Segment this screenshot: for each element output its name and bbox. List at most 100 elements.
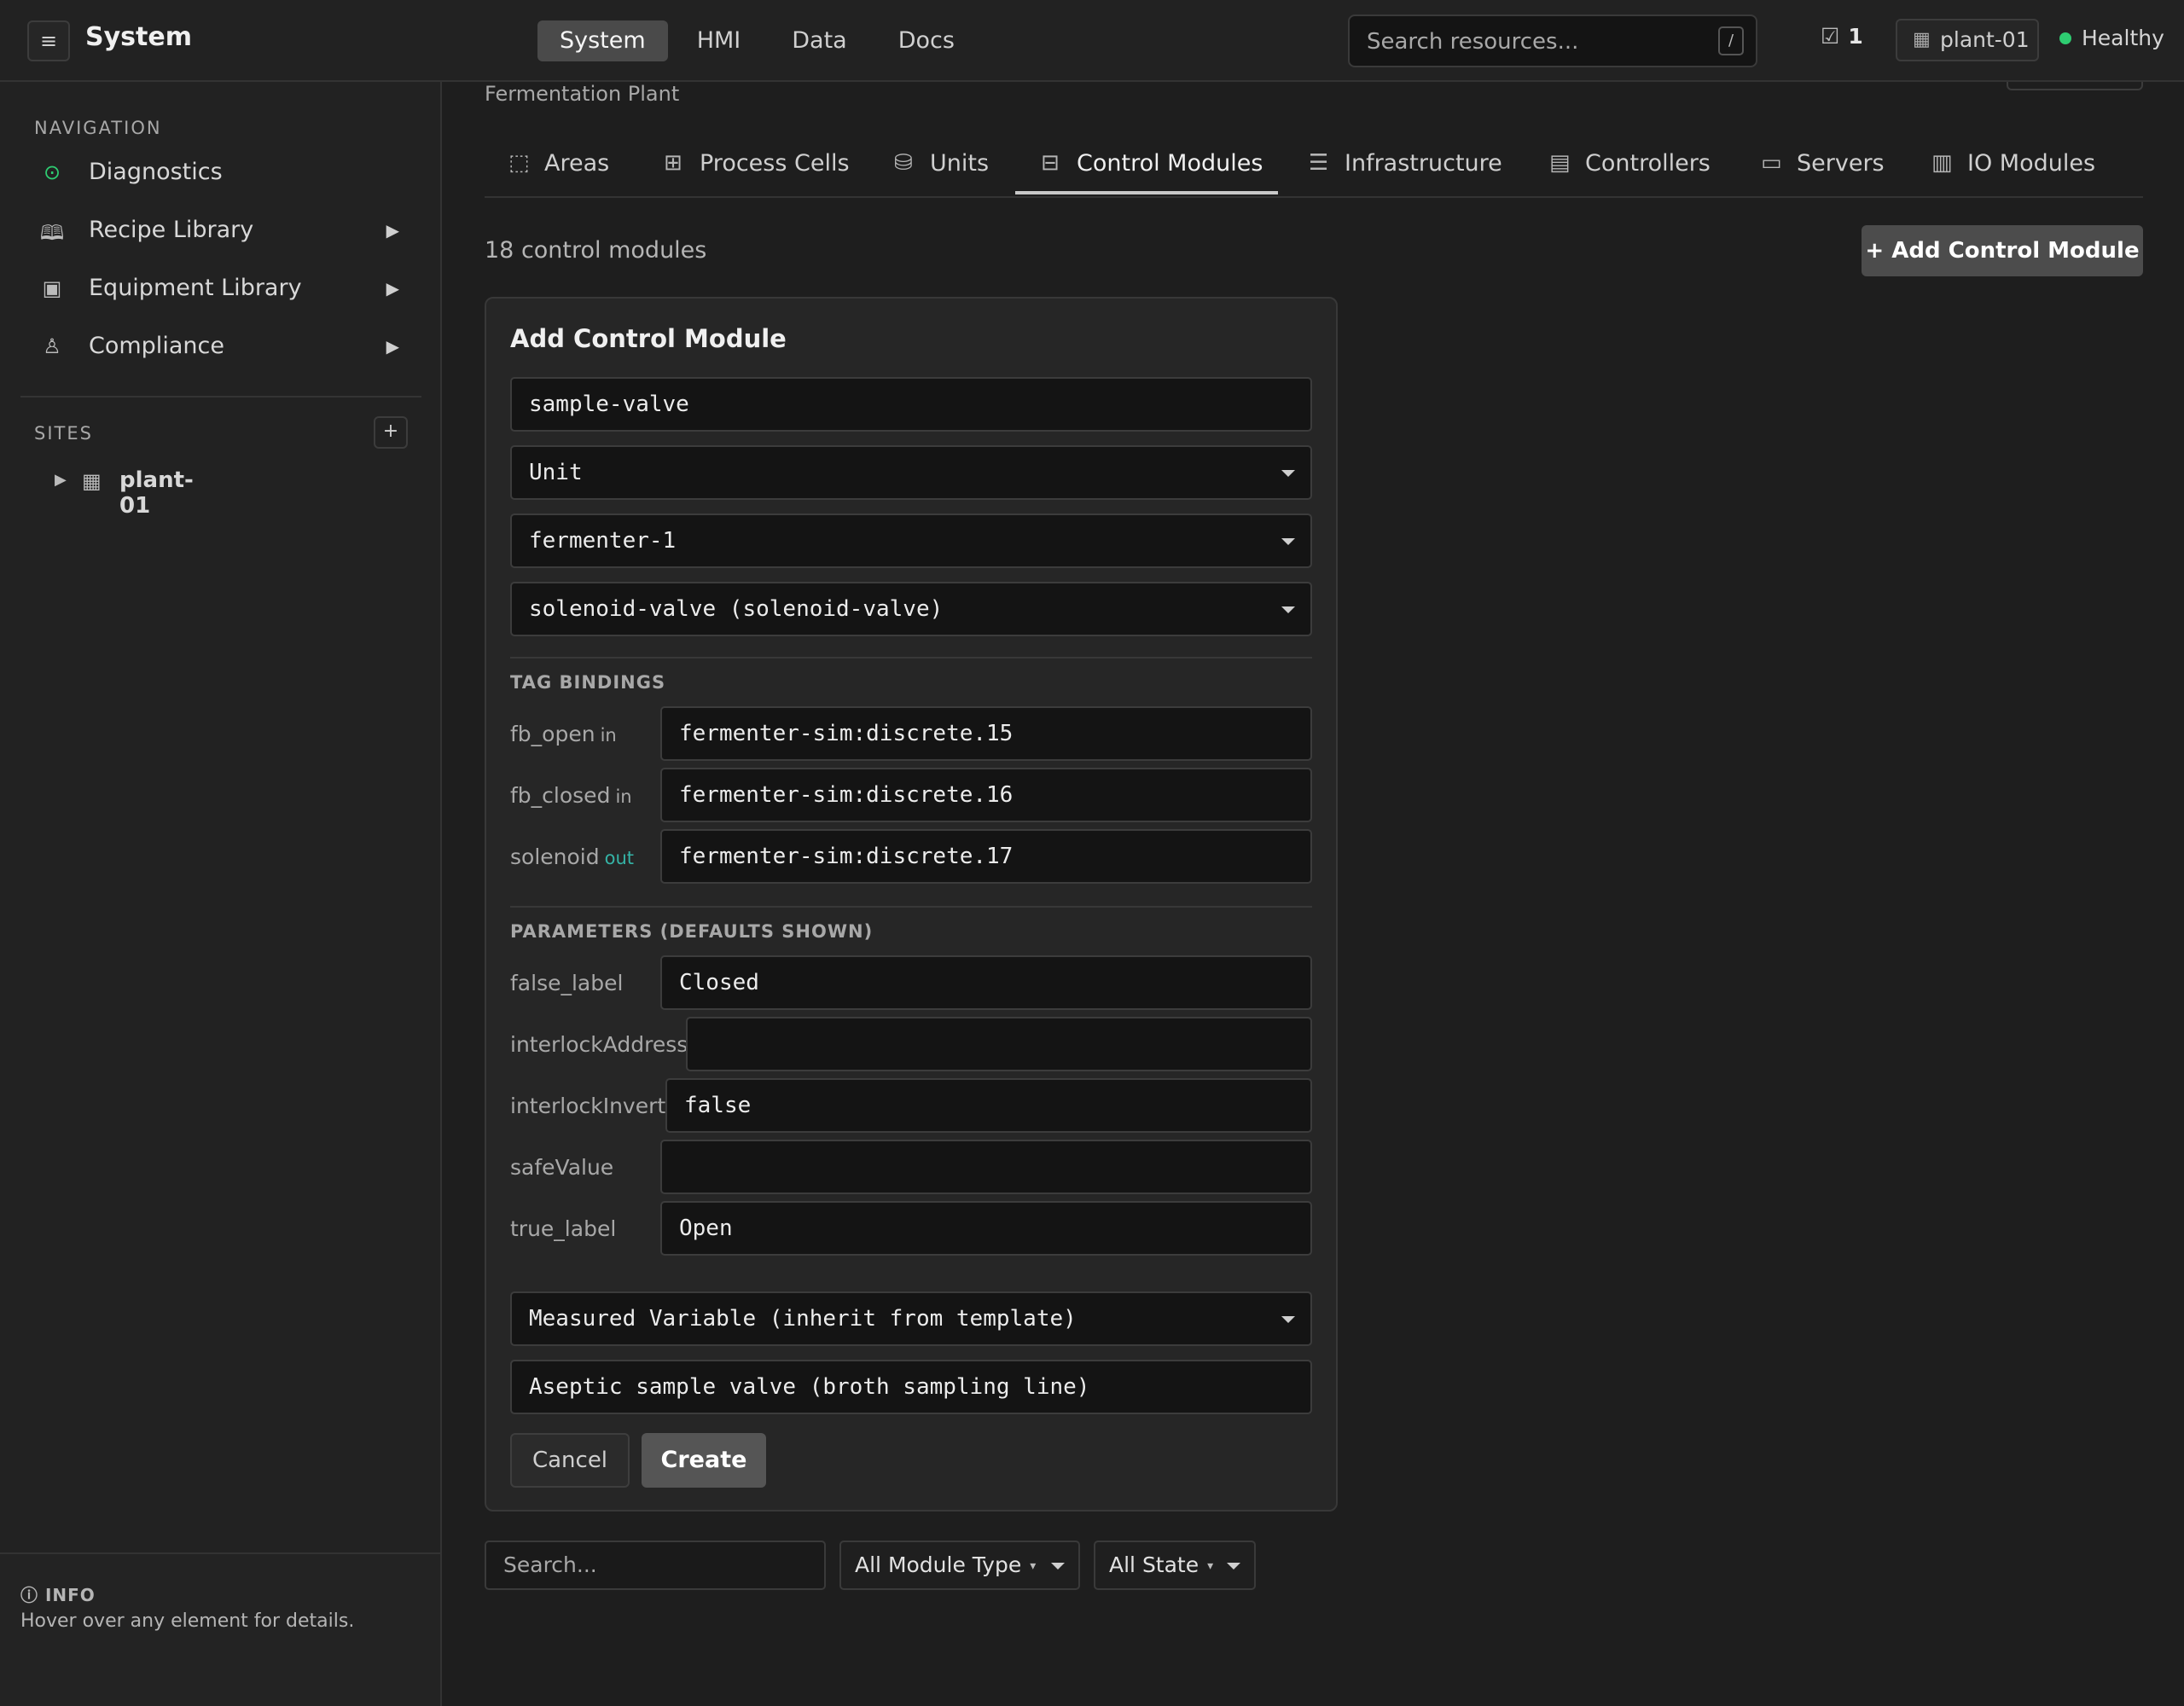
tag-binding-label: solenoid out	[510, 844, 634, 869]
chevron-down-icon	[1281, 606, 1295, 613]
parent-type-value: Unit	[529, 460, 583, 485]
sites-heading: SITES	[34, 423, 93, 444]
info-panel: ⓘ INFO Hover over any element for detail…	[0, 1552, 440, 1706]
book-icon: 🕮	[39, 221, 65, 245]
parent-select[interactable]: fermenter-1	[510, 514, 1312, 568]
tag-binding-name: solenoid	[510, 844, 600, 869]
content-tabs: ⬚ Areas ⊞ Process Cells ⛁ Units ⊟ Contro…	[485, 136, 2143, 198]
state-filter[interactable]: All State ▾	[1094, 1541, 1256, 1590]
measured-variable-select[interactable]: Measured Variable (inherit from template…	[510, 1291, 1312, 1346]
parent-type-select[interactable]: Unit	[510, 445, 1312, 500]
nav-tab-hmi[interactable]: HMI	[675, 20, 764, 61]
building-icon: ▦	[82, 469, 102, 493]
app-title: System	[85, 22, 192, 52]
tag-binding-input[interactable]: fermenter-sim:discrete.17	[660, 829, 1312, 884]
io-module-icon: ▥	[1931, 150, 1953, 176]
top-bar: ≡ System System HMI Data Docs Search res…	[0, 0, 2184, 82]
sidebar-item-diagnostics[interactable]: ⊙ Diagnostics	[34, 154, 410, 196]
controller-icon: ▤	[1549, 150, 1571, 176]
parameter-input[interactable]: false	[665, 1078, 1312, 1133]
nav-tab-data[interactable]: Data	[770, 20, 868, 61]
menu-icon[interactable]: ≡	[27, 20, 70, 61]
info-title: ⓘ INFO	[20, 1581, 96, 1606]
sidebar-item-compliance[interactable]: ♙ Compliance ▶	[34, 328, 410, 370]
tab-label: Controllers	[1585, 150, 1711, 177]
measured-variable-value: Measured Variable (inherit from template…	[529, 1306, 1077, 1332]
health-dot-icon	[2059, 32, 2071, 44]
sidebar-item-label: Compliance	[89, 333, 224, 359]
section-divider	[510, 657, 1312, 659]
parameters-heading: PARAMETERS (DEFAULTS SHOWN)	[510, 921, 874, 942]
equipment-icon: ▣	[42, 276, 62, 300]
navigation-heading: NAVIGATION	[34, 118, 162, 138]
parameter-label: interlockInvert	[510, 1094, 666, 1118]
sort-indicator-icon: ▾	[1030, 1559, 1037, 1573]
module-count: 18 control modules	[485, 237, 707, 264]
parameter-label: safeValue	[510, 1155, 614, 1180]
tag-binding-direction: in	[600, 725, 617, 746]
add-site-button[interactable]: +	[374, 416, 408, 449]
sidebar-item-label: Equipment Library	[89, 275, 302, 301]
award-icon: ♙	[43, 334, 61, 358]
building-icon: ▦	[1913, 29, 1931, 50]
parameter-label: interlockAddress	[510, 1032, 688, 1057]
template-select[interactable]: solenoid-valve (solenoid-valve)	[510, 582, 1312, 636]
sort-indicator-icon: ▾	[1207, 1559, 1214, 1573]
tasks-indicator[interactable]: ☑ 1	[1821, 24, 1863, 49]
tag-binding-label: fb_open in	[510, 722, 617, 746]
header-action-button-edge[interactable]	[2007, 82, 2143, 90]
health-status[interactable]: Healthy	[2059, 26, 2164, 50]
database-icon: ⛁	[894, 150, 913, 176]
expand-arrow-icon[interactable]: ▶	[386, 336, 399, 357]
module-search-input[interactable]: Search...	[485, 1541, 826, 1590]
control-module-icon: ⊟	[1041, 150, 1060, 176]
resource-search-input[interactable]: Search resources... /	[1348, 15, 1757, 67]
tag-binding-name: fb_open	[510, 722, 595, 746]
add-control-module-button[interactable]: + Add Control Module	[1862, 225, 2143, 276]
parameter-input[interactable]	[660, 1140, 1312, 1194]
active-tab-indicator	[1015, 191, 1278, 194]
parameter-input[interactable]	[686, 1017, 1312, 1071]
parameter-label: true_label	[510, 1216, 617, 1241]
sidebar-item-label: Diagnostics	[89, 159, 223, 185]
expand-arrow-icon[interactable]: ▶	[386, 220, 399, 241]
sidebar-item-equipment-library[interactable]: ▣ Equipment Library ▶	[34, 270, 410, 312]
info-title-text: INFO	[44, 1585, 96, 1605]
create-button[interactable]: Create	[642, 1433, 766, 1488]
top-nav: System HMI Data Docs	[537, 20, 977, 61]
tab-label: Process Cells	[700, 150, 850, 177]
sidebar-divider	[20, 396, 421, 397]
parameter-label: false_label	[510, 971, 624, 995]
module-name-input[interactable]: sample-valve	[510, 377, 1312, 432]
template-value: solenoid-valve (solenoid-valve)	[529, 596, 944, 622]
site-selector[interactable]: ▦ plant-01	[1896, 19, 2039, 61]
module-type-filter[interactable]: All Module Type ▾	[839, 1541, 1080, 1590]
tag-binding-direction: in	[615, 786, 632, 807]
tag-binding-label: fb_closed in	[510, 783, 632, 808]
nav-tab-docs[interactable]: Docs	[876, 20, 977, 61]
search-shortcut-key: /	[1718, 26, 1744, 55]
tab-label: Servers	[1797, 150, 1885, 177]
tag-binding-input[interactable]: fermenter-sim:discrete.16	[660, 768, 1312, 822]
sidebar: NAVIGATION ⊙ Diagnostics 🕮 Recipe Librar…	[0, 82, 442, 1706]
tab-label: IO Modules	[1967, 150, 2096, 177]
parameter-input[interactable]: Closed	[660, 955, 1312, 1010]
expand-arrow-icon[interactable]: ▶	[386, 278, 399, 299]
server-icon: ▭	[1761, 150, 1782, 176]
description-input[interactable]: Aseptic sample valve (broth sampling lin…	[510, 1360, 1312, 1414]
sidebar-item-label: Recipe Library	[89, 217, 254, 243]
process-cells-icon: ⊞	[664, 150, 682, 176]
chevron-down-icon	[1227, 1563, 1240, 1570]
tag-binding-input[interactable]: fermenter-sim:discrete.15	[660, 706, 1312, 761]
expand-caret-icon[interactable]: ▶	[55, 471, 67, 489]
parameter-input[interactable]: Open	[660, 1201, 1312, 1256]
chevron-down-icon	[1281, 1316, 1295, 1323]
sidebar-item-recipe-library[interactable]: 🕮 Recipe Library ▶	[34, 212, 410, 254]
nav-tab-system[interactable]: System	[537, 20, 668, 61]
chevron-down-icon	[1281, 538, 1295, 545]
info-text: Hover over any element for details.	[20, 1610, 355, 1632]
cancel-button[interactable]: Cancel	[510, 1433, 630, 1488]
chevron-down-icon	[1051, 1563, 1065, 1570]
form-title: Add Control Module	[510, 324, 787, 353]
parent-value: fermenter-1	[529, 528, 677, 554]
